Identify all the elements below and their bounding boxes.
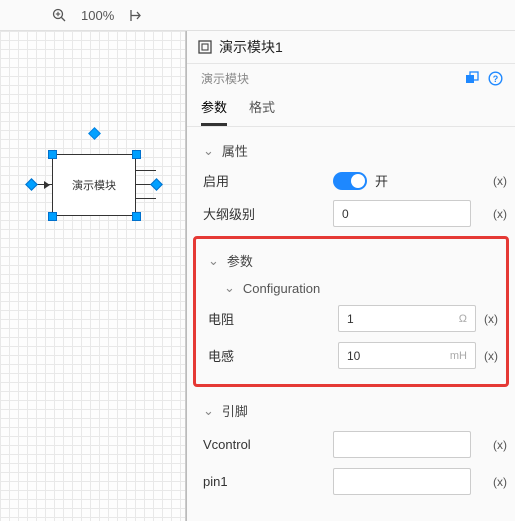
- section-params[interactable]: ⌄ 参数: [196, 243, 506, 276]
- pin1-input[interactable]: [333, 468, 471, 495]
- section-attributes-label: 属性: [222, 141, 248, 160]
- vcontrol-input[interactable]: [333, 431, 471, 458]
- module-label: 演示模块: [72, 177, 116, 193]
- resize-handle-mr[interactable]: [150, 178, 163, 191]
- tabs: 参数 格式: [187, 91, 515, 127]
- zoom-level[interactable]: 100%: [81, 8, 114, 23]
- resistance-unit: Ω: [459, 313, 467, 325]
- exit-icon[interactable]: [128, 8, 143, 23]
- inductance-unit: mH: [450, 350, 467, 362]
- section-params-label: 参数: [227, 251, 253, 270]
- chevron-down-icon: ⌄: [208, 253, 219, 269]
- resistance-value: 1: [347, 312, 354, 326]
- section-attributes[interactable]: ⌄ 属性: [187, 133, 515, 166]
- enable-x[interactable]: (x): [493, 174, 507, 188]
- subsection-configuration[interactable]: ⌄ Configuration: [196, 276, 506, 300]
- section-pins[interactable]: ⌄ 引脚: [187, 393, 515, 426]
- chevron-down-icon: ⌄: [203, 143, 214, 159]
- resize-handle-tm[interactable]: [88, 127, 101, 140]
- inductance-x[interactable]: (x): [484, 349, 498, 363]
- pin1-x[interactable]: (x): [493, 475, 507, 489]
- vcontrol-label: Vcontrol: [203, 437, 333, 452]
- pin1-label: pin1: [203, 474, 333, 489]
- params-highlight-box: ⌄ 参数 ⌄ Configuration 电阻 1 Ω (x): [193, 236, 509, 387]
- inductance-input[interactable]: 10 mH: [338, 342, 476, 369]
- resistance-label: 电阻: [208, 309, 338, 328]
- outline-input[interactable]: 0: [333, 200, 471, 227]
- tab-params[interactable]: 参数: [201, 97, 227, 126]
- enable-label: 启用: [203, 171, 333, 190]
- panel-subtitle: 演示模块: [201, 70, 249, 87]
- configuration-label: Configuration: [243, 281, 320, 296]
- module-icon: [197, 39, 213, 55]
- outline-label: 大纲级别: [203, 204, 333, 223]
- module-block[interactable]: 演示模块: [32, 144, 156, 226]
- properties-panel: 演示模块1 演示模块 ? 参数 格式 ⌄ 属性 启用: [186, 31, 515, 521]
- panel-title: 演示模块1: [219, 37, 283, 57]
- resize-handle-tr[interactable]: [132, 150, 141, 159]
- svg-text:?: ?: [493, 74, 499, 84]
- panel-header: 演示模块1: [187, 31, 515, 64]
- vcontrol-x[interactable]: (x): [493, 438, 507, 452]
- resistance-x[interactable]: (x): [484, 312, 498, 326]
- help-icon[interactable]: ?: [488, 71, 503, 86]
- section-pins-label: 引脚: [222, 401, 248, 420]
- outline-x[interactable]: (x): [493, 207, 507, 221]
- enable-toggle[interactable]: [333, 172, 367, 190]
- enable-state: 开: [375, 171, 388, 190]
- resize-handle-br[interactable]: [132, 212, 141, 221]
- tab-format[interactable]: 格式: [249, 97, 275, 126]
- resistance-input[interactable]: 1 Ω: [338, 305, 476, 332]
- chevron-down-icon: ⌄: [224, 280, 235, 296]
- resize-handle-bl[interactable]: [48, 212, 57, 221]
- resize-handle-ml[interactable]: [25, 178, 38, 191]
- zoom-in-icon[interactable]: [52, 8, 67, 23]
- inductance-value: 10: [347, 349, 360, 363]
- outline-value: 0: [342, 207, 349, 221]
- canvas-area[interactable]: 演示模块: [0, 31, 186, 521]
- resize-handle-tl[interactable]: [48, 150, 57, 159]
- top-toolbar: 100%: [0, 0, 515, 31]
- inductance-label: 电感: [208, 346, 338, 365]
- chevron-down-icon: ⌄: [203, 403, 214, 419]
- pin-output-1: [136, 170, 156, 171]
- module-rect[interactable]: 演示模块: [52, 154, 136, 216]
- pin-output-3: [136, 198, 156, 199]
- detach-icon[interactable]: [465, 71, 480, 86]
